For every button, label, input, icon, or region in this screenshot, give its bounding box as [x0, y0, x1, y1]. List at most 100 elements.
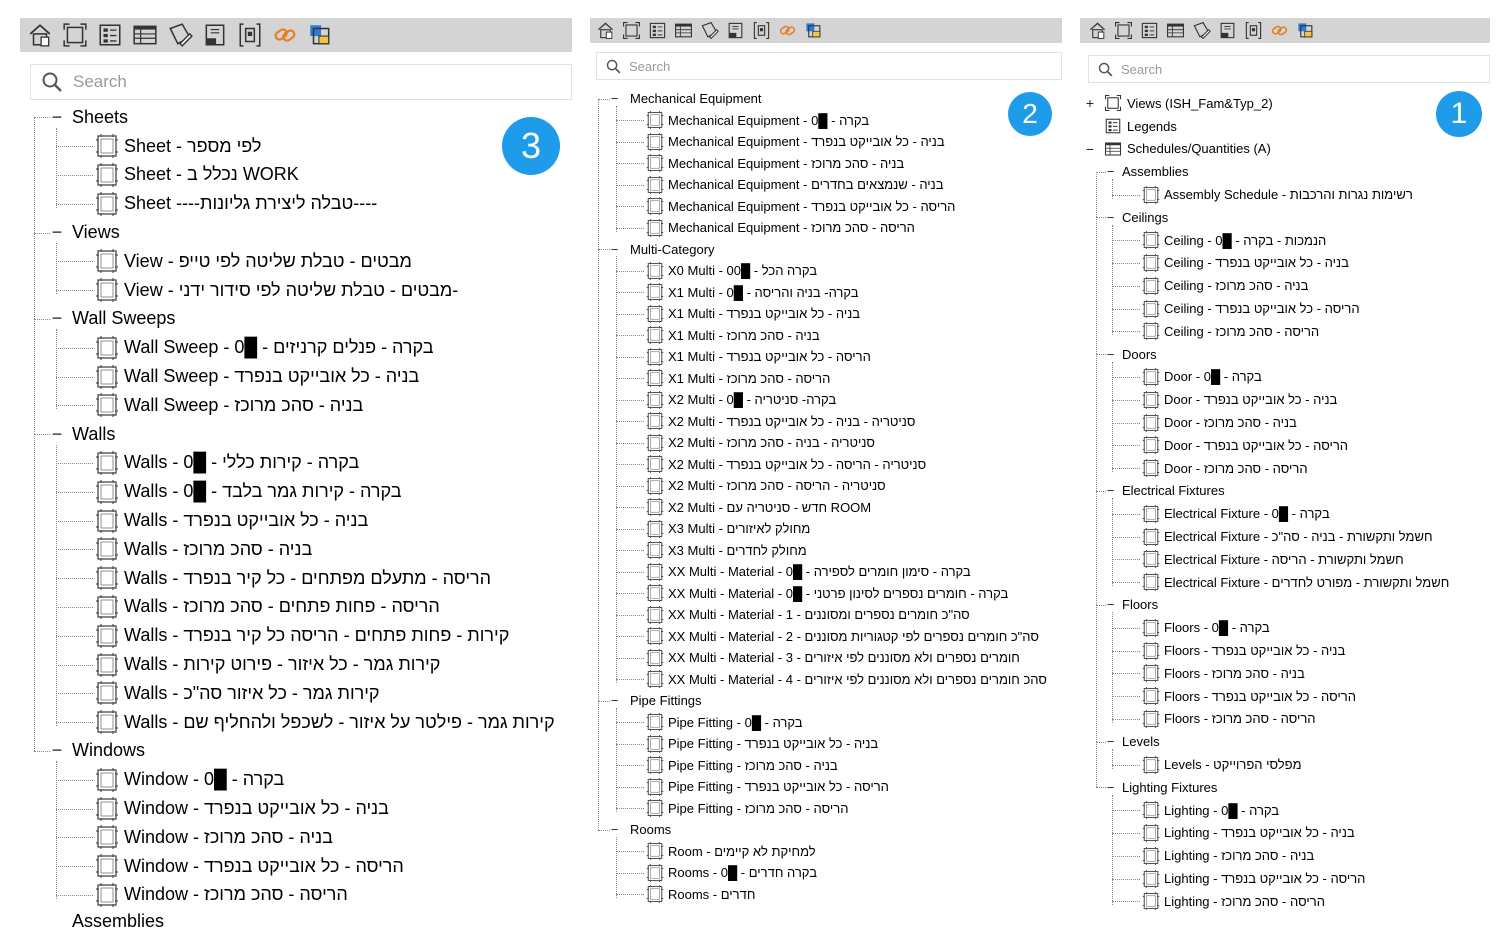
schedule-item[interactable]: Mechanical Equipment - בניה - שנמצאים בח… [646, 174, 944, 196]
collapse-toggle[interactable]: − [1104, 343, 1117, 366]
schedule-item[interactable]: XX Multi - Material - 1 - סה"כ חומרים נס… [646, 604, 970, 626]
collapse-toggle[interactable]: − [1104, 206, 1117, 229]
tree-group-multi-category[interactable]: Multi-Category [630, 239, 715, 261]
schedule-item[interactable]: Door - בניה - כל אובייקט בנפרד [1142, 388, 1337, 411]
schedule-item[interactable]: Electrical Fixture - חשמל ותקשורת - הריס… [1142, 548, 1404, 571]
schedule-item[interactable]: Floors - בניה - כל אובייקט בנפרד [1142, 639, 1345, 662]
schedule-item[interactable]: XX Multi - Material - 0█ - בקרה - חומרים… [646, 583, 1008, 605]
schedule-item[interactable]: XX Multi - Material - 2 - סה"כ חומרים נס… [646, 626, 1039, 648]
collapse-toggle[interactable]: − [608, 690, 621, 712]
schedule-item[interactable]: Walls - 0█ - בקרה - קירות כללי [95, 449, 359, 478]
tree-group-electrical-fixtures[interactable]: Electrical Fixtures [1122, 480, 1225, 503]
tree-group-walls[interactable]: Walls [72, 420, 115, 449]
schedule-item[interactable]: X1 Multi - 0█ - בקרה- בניה והריסה [646, 282, 859, 304]
tree-group-mechanical-equipment[interactable]: Mechanical Equipment [630, 88, 762, 110]
schedule-item[interactable]: Window - בניה - סהכ מרוכז [95, 823, 333, 852]
schedule-item[interactable]: Ceiling - הריסה - סהכ מרוכז [1142, 320, 1319, 343]
schedule-item[interactable]: Room - למחיקת לא קיימים [646, 841, 816, 863]
schedule-item[interactable]: Sheet - נכלל ב WORK [95, 161, 299, 190]
schedule-item[interactable]: X0 Multi - 00█ - בקרה הכל [646, 260, 817, 282]
tree-group-ceilings[interactable]: Ceilings [1122, 206, 1168, 229]
collapse-toggle[interactable]: − [48, 420, 66, 449]
schedule-item[interactable]: Pipe Fitting - בניה - סהכ מרוכז [646, 755, 838, 777]
schedule-item[interactable]: XX Multi - Material - 3 - חומרים נספרים … [646, 647, 1020, 669]
tree-group-sheets[interactable]: Sheets [72, 103, 128, 132]
schedule-item[interactable]: X1 Multi - בניה - כל אובייקט בנפרד [646, 303, 860, 325]
schedule-item[interactable]: X2 Multi - סניטריה - הריסה - כל אובייקט … [646, 454, 926, 476]
schedule-item[interactable]: Walls - הריסה - מתעלם מפתחים - כל קיר בנ… [95, 564, 491, 593]
schedule-item[interactable]: X2 Multi - סניטריה - בניה - כל אובייקט ב… [646, 411, 915, 433]
collapse-toggle[interactable]: − [1084, 138, 1096, 161]
collapse-toggle[interactable]: − [48, 305, 66, 334]
schedule-item[interactable]: Walls - קירות - פחות פתחים - הריסה כל קי… [95, 621, 509, 650]
schedule-item[interactable]: Mechanical Equipment - 0█ - בקרה [646, 110, 869, 132]
schedule-item[interactable]: X1 Multi - הריסה - סהכ מרוכז [646, 368, 830, 390]
schedule-item[interactable]: Walls - קירות גמר - כל איזור סה"כ [95, 679, 380, 708]
schedule-item[interactable]: View - מבטים - טבלת שליטה לפי טייפ [95, 247, 412, 276]
schedule-item[interactable]: Walls - 0█ - בקרה - קירות גמר בלבד [95, 477, 402, 506]
schedule-item[interactable]: Floors - הריסה - כל אובייקט בנפרד [1142, 685, 1356, 708]
collapse-toggle[interactable]: − [1104, 776, 1117, 799]
tree-group-rooms[interactable]: Rooms [630, 819, 671, 841]
tree-group-levels[interactable]: Levels [1122, 730, 1160, 753]
schedule-item[interactable]: Sheet - לפי מספר [95, 132, 261, 161]
schedule-item[interactable]: Electrical Fixture - חשמל ותקשורת - מפור… [1142, 571, 1449, 594]
schedule-item[interactable]: Walls - קירות גמר - פילטר על איזור - לשכ… [95, 708, 555, 737]
collapse-toggle[interactable]: − [1104, 594, 1117, 617]
schedule-item[interactable]: Lighting - 0█ - בקרה [1142, 799, 1279, 822]
tree-root-views-ish-fam-typ-2[interactable]: Views (ISH_Fam&Typ_2) [1104, 92, 1273, 115]
tree-group-lighting-fixtures[interactable]: Lighting Fixtures [1122, 776, 1217, 799]
collapse-toggle[interactable]: − [1104, 730, 1117, 753]
schedule-item[interactable]: Rooms - חדרים [646, 884, 755, 906]
schedule-item[interactable]: Mechanical Equipment - הריסה - כל אובייק… [646, 196, 955, 218]
schedule-item[interactable]: View - מבטים - טבלת שליטה לפי סידור ידני… [95, 276, 458, 305]
collapse-toggle[interactable]: − [608, 239, 621, 261]
collapse-toggle[interactable]: − [608, 819, 621, 841]
schedule-item[interactable]: Floors - הריסה - סהכ מרוכז [1142, 708, 1316, 731]
schedule-item[interactable]: Window - הריסה - כל אובייקט בנפרד [95, 852, 404, 881]
schedule-item[interactable]: X2 Multi - סניטריה - הריסה - סהכ מרוכז [646, 475, 886, 497]
schedule-item[interactable]: Door - הריסה - סהכ מרוכז [1142, 457, 1308, 480]
schedule-item[interactable]: X2 Multi - חדש - סניטריה עם ROOM [646, 497, 871, 519]
tree-group-views[interactable]: Views [72, 218, 120, 247]
schedule-item[interactable]: Ceiling - הריסה - כל אובייקט בנפרד [1142, 297, 1360, 320]
schedule-item[interactable]: XX Multi - Material - 0█ - בקרה - סימון … [646, 561, 971, 583]
schedule-item[interactable]: Walls - בניה - כל אובייקט בנפרד [95, 506, 368, 535]
schedule-item[interactable]: X3 Multi - מחולק לאיזורים [646, 518, 810, 540]
schedule-item[interactable]: Walls - קירות גמר - כל איזור - פירוט קיר… [95, 650, 440, 679]
schedule-item[interactable]: X2 Multi - 0█ - בקרה- סניטריה [646, 389, 836, 411]
schedule-item[interactable]: Rooms - 0█ - בקרה חדרים [646, 862, 817, 884]
schedule-item[interactable]: X1 Multi - בניה - סהכ מרוכז [646, 325, 820, 347]
schedule-item[interactable]: Wall Sweep - 0█ - בקרה - פנלים קרניזים [95, 333, 434, 362]
schedule-item[interactable]: Levels - מפלסי הפרוייקט [1142, 753, 1302, 776]
schedule-item[interactable]: Pipe Fitting - בניה - כל אובייקט בנפרד [646, 733, 878, 755]
schedule-item[interactable]: Door - 0█ - בקרה [1142, 366, 1262, 389]
schedule-item[interactable]: Mechanical Equipment - הריסה - סהכ מרוכז [646, 217, 915, 239]
tree-root-schedules-quantities-a[interactable]: Schedules/Quantities (A) [1104, 138, 1271, 161]
collapse-toggle[interactable]: − [48, 218, 66, 247]
schedule-item[interactable]: Wall Sweep - בניה - כל אובייקט בנפרד [95, 362, 419, 391]
schedule-item[interactable]: Electrical Fixture - חשמל ותקשורת - בניה… [1142, 525, 1433, 548]
schedule-item[interactable]: Electrical Fixture - 0█ - בקרה [1142, 502, 1330, 525]
schedule-item[interactable]: Window - בניה - כל אובייקט בנפרד [95, 794, 389, 823]
tree-group-assemblies[interactable]: Assemblies [1122, 160, 1188, 183]
schedule-item[interactable]: Walls - בניה - סהכ מרוכז [95, 535, 312, 564]
schedule-item[interactable]: Pipe Fitting - 0█ - בקרה [646, 712, 803, 734]
collapse-toggle[interactable]: − [1104, 160, 1117, 183]
schedule-item[interactable]: Ceiling - 0█ - הנמכות - בקרה [1142, 229, 1326, 252]
tree-group-floors[interactable]: Floors [1122, 594, 1158, 617]
schedule-item[interactable]: Pipe Fitting - הריסה - כל אובייקט בנפרד [646, 776, 889, 798]
schedule-item[interactable]: X3 Multi - מחולק לחדרים [646, 540, 807, 562]
schedule-item[interactable]: XX Multi - Material - 4 - סהכ חומרים נספ… [646, 669, 1047, 691]
schedule-item[interactable]: Floors - 0█ - בקרה [1142, 616, 1270, 639]
schedule-item[interactable]: Ceiling - בניה - כל אובייקט בנפרד [1142, 252, 1349, 275]
collapse-toggle[interactable]: − [48, 737, 66, 766]
schedule-item[interactable]: Wall Sweep - בניה - סהכ מרוכז [95, 391, 363, 420]
schedule-item[interactable]: X2 Multi - סניטריה - בניה - סהכ מרוכז [646, 432, 875, 454]
schedule-item[interactable]: Floors - בניה - סהכ מרוכז [1142, 662, 1305, 685]
collapse-toggle[interactable]: − [48, 103, 66, 132]
collapse-toggle[interactable]: − [608, 88, 621, 110]
schedule-item[interactable]: X1 Multi - הריסה - כל אובייקט בנפרד [646, 346, 871, 368]
schedule-item[interactable]: Mechanical Equipment - בניה - כל אובייקט… [646, 131, 945, 153]
schedule-item[interactable]: Mechanical Equipment - בניה - סהכ מרוכז [646, 153, 904, 175]
